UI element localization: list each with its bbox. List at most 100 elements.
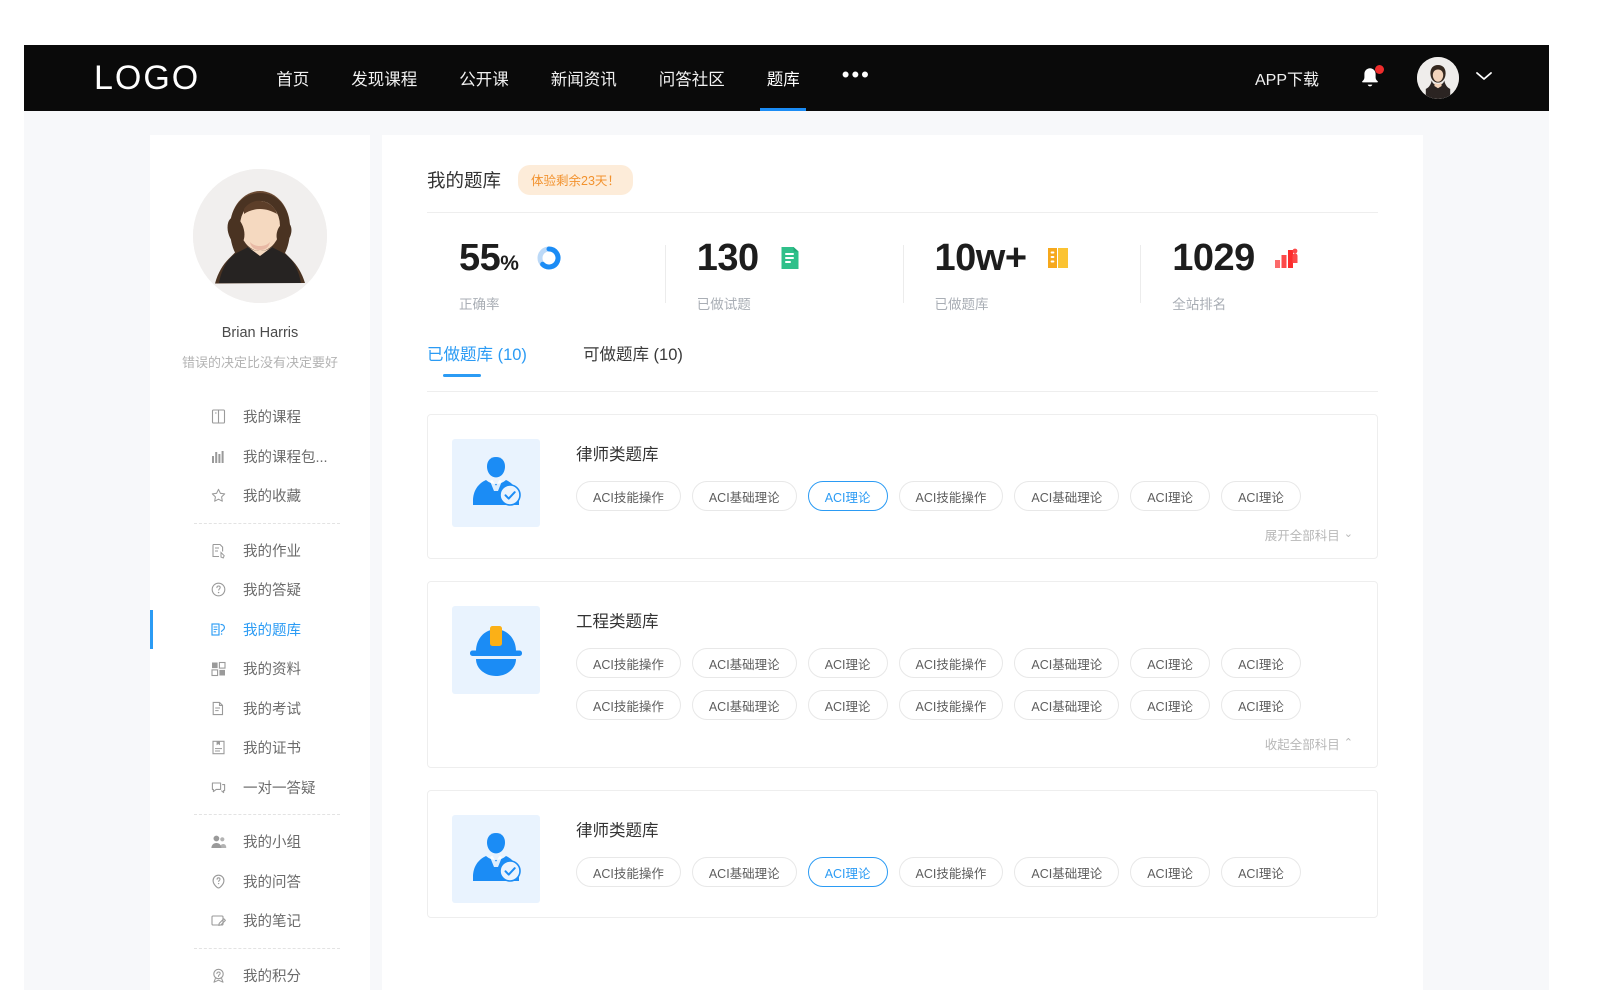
sidebar-item-0-2[interactable]: 我的收藏 bbox=[150, 476, 370, 516]
subject-tag[interactable]: ACI理论 bbox=[1221, 481, 1301, 511]
stat-suffix: % bbox=[500, 252, 518, 275]
left-sidebar: Brian Harris 错误的决定比没有决定要好 我的课程我的课程包...我的… bbox=[150, 135, 370, 990]
stat-value-row: 10w+ bbox=[935, 239, 1141, 277]
sidebar-menu: 我的课程我的课程包...我的收藏我的作业我的答疑我的题库我的资料我的考试我的证书… bbox=[150, 397, 370, 990]
question-bank-card[interactable]: 律师类题库ACI技能操作ACI基础理论ACI理论ACI技能操作ACI基础理论AC… bbox=[427, 790, 1378, 918]
sidebar-item-label: 我的课程 bbox=[243, 406, 301, 427]
subject-tag[interactable]: ACI基础理论 bbox=[692, 481, 797, 511]
subject-tag[interactable]: ACI理论 bbox=[808, 857, 888, 887]
star-icon bbox=[209, 487, 227, 505]
subject-tag[interactable]: ACI理论 bbox=[1221, 857, 1301, 887]
subject-tag[interactable]: ACI基础理论 bbox=[692, 648, 797, 678]
subject-tag[interactable]: ACI技能操作 bbox=[576, 857, 681, 887]
toggle-subjects-link[interactable]: 收起全部科目⌃ bbox=[1265, 734, 1353, 753]
user-avatar-button[interactable] bbox=[1417, 57, 1459, 99]
subject-tag[interactable]: ACI基础理论 bbox=[1014, 690, 1119, 720]
stat-label: 正确率 bbox=[459, 293, 665, 313]
nav-item-0[interactable]: 首页 bbox=[276, 45, 309, 111]
subject-tag[interactable]: ACI理论 bbox=[1221, 648, 1301, 678]
subject-tag-row: ACI技能操作 ACI基础理论 ACI理论 ACI技能操作 ACI基础理论 ACI理论 AC… bbox=[576, 481, 1353, 511]
more-nav-icon[interactable]: ••• bbox=[842, 62, 871, 88]
sidebar-item-1-6[interactable]: 一对一答疑 bbox=[150, 768, 370, 808]
stat-value: 130 bbox=[697, 239, 759, 277]
subject-tag[interactable]: ACI理论 bbox=[1221, 690, 1301, 720]
tab-1[interactable]: 可做题库 (10) bbox=[583, 341, 683, 377]
tab-0[interactable]: 已做题库 (10) bbox=[427, 341, 527, 377]
card-thumbnail bbox=[452, 606, 540, 694]
subject-tag[interactable]: ACI基础理论 bbox=[692, 690, 797, 720]
sidebar-item-2-1[interactable]: 我的问答 bbox=[150, 862, 370, 902]
page-title: 我的题库 bbox=[427, 167, 501, 193]
nav-item-5[interactable]: 题库 bbox=[767, 45, 800, 111]
subject-tag[interactable]: ACI理论 bbox=[1130, 648, 1210, 678]
sidebar-item-1-4[interactable]: 我的考试 bbox=[150, 689, 370, 729]
sidebar-item-0-1[interactable]: 我的课程包... bbox=[150, 437, 370, 477]
stats-summary-row: 55%正确率130已做试题10w+已做题库1029全站排名 bbox=[427, 239, 1378, 335]
question-circle-icon bbox=[209, 581, 227, 599]
chat-bubble-icon bbox=[209, 778, 227, 796]
profile-avatar[interactable] bbox=[193, 169, 327, 303]
subject-tag[interactable]: ACI基础理论 bbox=[1014, 648, 1119, 678]
sidebar-item-0-0[interactable]: 我的课程 bbox=[150, 397, 370, 437]
profile-tagline: 错误的决定比没有决定要好 bbox=[150, 352, 370, 371]
subject-tag[interactable]: ACI技能操作 bbox=[899, 857, 1004, 887]
card-title: 律师类题库 bbox=[576, 817, 1353, 841]
brand-logo[interactable]: LOGO bbox=[94, 59, 200, 98]
sidebar-item-1-0[interactable]: 我的作业 bbox=[150, 531, 370, 571]
nav-item-3[interactable]: 新闻资讯 bbox=[551, 45, 617, 111]
notification-bell-button[interactable] bbox=[1359, 66, 1381, 90]
stat-card-2: 10w+已做题库 bbox=[903, 239, 1141, 313]
question-bank-card[interactable]: 工程类题库ACI技能操作ACI基础理论ACI理论ACI技能操作ACI基础理论AC… bbox=[427, 581, 1378, 768]
subject-tag[interactable]: ACI理论 bbox=[808, 648, 888, 678]
sidebar-item-2-0[interactable]: 我的小组 bbox=[150, 822, 370, 862]
subject-tag[interactable]: ACI理论 bbox=[1130, 481, 1210, 511]
main-nav-links: 首页发现课程公开课新闻资讯问答社区题库 bbox=[276, 45, 842, 111]
subject-tag[interactable]: ACI基础理论 bbox=[692, 857, 797, 887]
toggle-subjects-link[interactable]: 展开全部科目⌄ bbox=[1265, 525, 1353, 544]
chart-bars-icon bbox=[209, 447, 227, 465]
question-bank-card[interactable]: 律师类题库ACI技能操作ACI基础理论ACI理论ACI技能操作ACI基础理论AC… bbox=[427, 414, 1378, 559]
user-avatar-icon bbox=[1417, 57, 1459, 99]
stat-label: 已做试题 bbox=[697, 293, 903, 313]
subject-tag[interactable]: ACI技能操作 bbox=[576, 690, 681, 720]
subject-tag[interactable]: ACI理论 bbox=[808, 690, 888, 720]
sidebar-item-1-2[interactable]: 我的题库 bbox=[150, 610, 370, 650]
subject-tag[interactable]: ACI技能操作 bbox=[899, 481, 1004, 511]
subject-tag[interactable]: ACI理论 bbox=[808, 481, 888, 511]
nav-item-1[interactable]: 发现课程 bbox=[351, 45, 417, 111]
card-body: 律师类题库ACI技能操作ACI基础理论ACI理论ACI技能操作ACI基础理论AC… bbox=[576, 439, 1353, 544]
subject-tag[interactable]: ACI理论 bbox=[1130, 690, 1210, 720]
main-content-panel: 我的题库 体验剩余23天！ 55%正确率130已做试题10w+已做题库1029全… bbox=[382, 135, 1423, 990]
sidebar-item-2-2[interactable]: 我的笔记 bbox=[150, 901, 370, 941]
subject-tag[interactable]: ACI技能操作 bbox=[899, 690, 1004, 720]
sidebar-item-1-3[interactable]: 我的资料 bbox=[150, 649, 370, 689]
sidebar-item-label: 我的答疑 bbox=[243, 579, 301, 600]
subject-tag[interactable]: ACI技能操作 bbox=[899, 648, 1004, 678]
nav-item-2[interactable]: 公开课 bbox=[459, 45, 509, 111]
nav-item-4[interactable]: 问答社区 bbox=[659, 45, 725, 111]
lawyer-avatar-icon bbox=[464, 825, 528, 894]
card-thumbnail bbox=[452, 815, 540, 903]
exam-paper-icon bbox=[209, 699, 227, 717]
stat-value: 10w+ bbox=[935, 239, 1027, 277]
sidebar-item-1-1[interactable]: 我的答疑 bbox=[150, 570, 370, 610]
qa-pin-icon bbox=[209, 872, 227, 890]
subject-tag-row: ACI技能操作 ACI基础理论 ACI理论 ACI技能操作 ACI基础理论 ACI理论 AC… bbox=[576, 857, 1353, 887]
sidebar-item-1-5[interactable]: 我的证书 bbox=[150, 728, 370, 768]
sidebar-divider bbox=[194, 948, 340, 949]
note-pen-icon bbox=[209, 912, 227, 930]
stat-number: 1029 bbox=[1172, 237, 1255, 279]
sidebar-item-label: 我的笔记 bbox=[243, 910, 301, 931]
subject-tag[interactable]: ACI理论 bbox=[1130, 857, 1210, 887]
subject-tag[interactable]: ACI技能操作 bbox=[576, 481, 681, 511]
subject-tag[interactable]: ACI基础理论 bbox=[1014, 857, 1119, 887]
user-menu-chevron[interactable] bbox=[1475, 69, 1493, 87]
subject-tag[interactable]: ACI基础理论 bbox=[1014, 481, 1119, 511]
sidebar-item-label: 我的问答 bbox=[243, 871, 301, 892]
stat-value: 1029 bbox=[1172, 239, 1255, 277]
app-download-link[interactable]: APP下载 bbox=[1255, 66, 1319, 90]
book-icon bbox=[209, 408, 227, 426]
sidebar-item-3-0[interactable]: 我的积分 bbox=[150, 956, 370, 990]
subject-tag[interactable]: ACI技能操作 bbox=[576, 648, 681, 678]
subject-tags: ACI技能操作 ACI基础理论 ACI理论 ACI技能操作 ACI基础理论 ACI理论 AC… bbox=[576, 648, 1353, 732]
